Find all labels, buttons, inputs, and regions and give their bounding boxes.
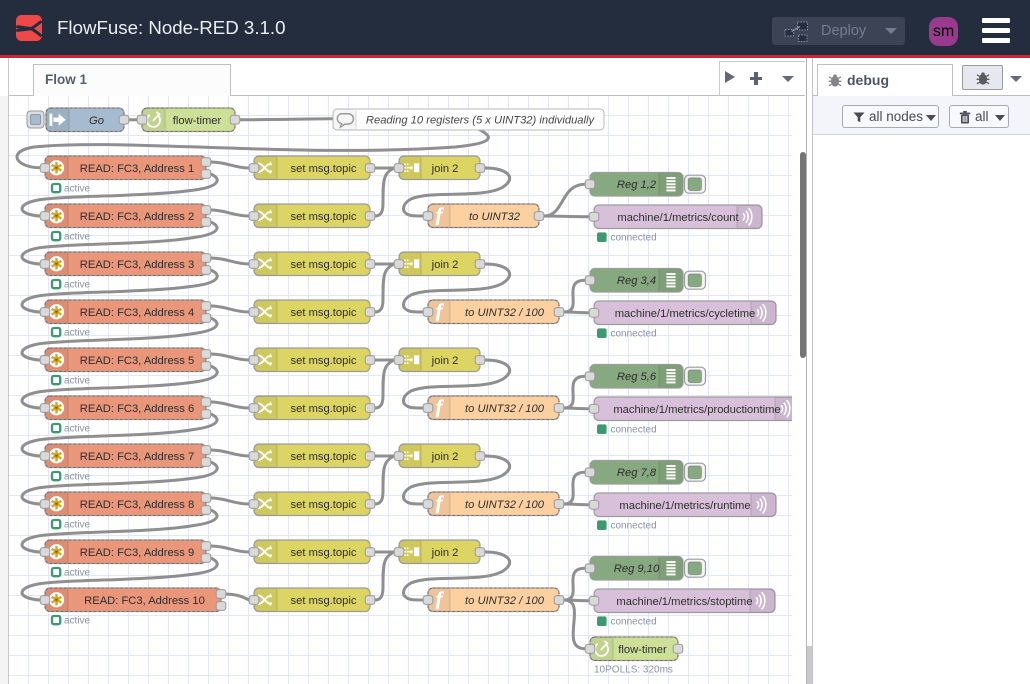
svg-text:set msg.topic: set msg.topic xyxy=(291,259,357,271)
svg-text:machine/1/metrics/stoptime: machine/1/metrics/stoptime xyxy=(616,596,752,608)
svg-text:connected: connected xyxy=(611,329,657,340)
svg-text:active: active xyxy=(64,520,91,531)
svg-text:to UINT32 / 100: to UINT32 / 100 xyxy=(465,595,545,607)
svg-text:Reg 1,2: Reg 1,2 xyxy=(617,179,657,191)
svg-text:READ: FC3, Address 10: READ: FC3, Address 10 xyxy=(84,595,205,607)
svg-text:set msg.topic: set msg.topic xyxy=(291,211,357,223)
svg-text:machine/1/metrics/productionti: machine/1/metrics/productiontime xyxy=(613,404,780,416)
svg-text:set msg.topic: set msg.topic xyxy=(291,355,357,367)
svg-text:machine/1/metrics/count: machine/1/metrics/count xyxy=(617,212,739,224)
svg-text:active: active xyxy=(64,184,91,195)
svg-text:active: active xyxy=(64,424,91,435)
svg-text:active: active xyxy=(64,232,91,243)
svg-text:flow-timer: flow-timer xyxy=(173,115,222,127)
svg-text:READ: FC3, Address 6: READ: FC3, Address 6 xyxy=(80,403,194,415)
svg-text:10POLLS: 320ms: 10POLLS: 320ms xyxy=(594,665,673,676)
svg-text:join 2: join 2 xyxy=(431,451,459,463)
svg-text:READ: FC3, Address 7: READ: FC3, Address 7 xyxy=(80,451,194,463)
svg-text:set msg.topic: set msg.topic xyxy=(291,403,357,415)
svg-text:to UINT32 / 100: to UINT32 / 100 xyxy=(465,403,545,415)
svg-text:active: active xyxy=(64,472,91,483)
svg-text:join 2: join 2 xyxy=(431,355,459,367)
svg-text:machine/1/metrics/runtime: machine/1/metrics/runtime xyxy=(619,500,750,512)
svg-text:join 2: join 2 xyxy=(431,163,459,175)
svg-text:set msg.topic: set msg.topic xyxy=(291,451,357,463)
svg-text:READ: FC3, Address 3: READ: FC3, Address 3 xyxy=(80,259,194,271)
svg-text:connected: connected xyxy=(611,617,657,628)
svg-text:to UINT32 / 100: to UINT32 / 100 xyxy=(465,499,545,511)
svg-text:READ: FC3, Address 4: READ: FC3, Address 4 xyxy=(80,307,194,319)
svg-text:active: active xyxy=(64,616,91,627)
svg-text:Reg 5,6: Reg 5,6 xyxy=(617,371,657,383)
svg-text:set msg.topic: set msg.topic xyxy=(291,163,357,175)
svg-text:join 2: join 2 xyxy=(431,547,459,559)
svg-text:connected: connected xyxy=(611,233,657,244)
svg-text:join 2: join 2 xyxy=(431,259,459,271)
svg-text:active: active xyxy=(64,376,91,387)
svg-text:set msg.topic: set msg.topic xyxy=(291,307,357,319)
svg-text:active: active xyxy=(64,280,91,291)
svg-text:Go: Go xyxy=(89,115,104,127)
svg-text:flow-timer: flow-timer xyxy=(618,644,667,656)
svg-text:set msg.topic: set msg.topic xyxy=(291,595,357,607)
svg-text:READ: FC3, Address 8: READ: FC3, Address 8 xyxy=(80,499,194,511)
svg-text:set msg.topic: set msg.topic xyxy=(291,499,357,511)
svg-text:set msg.topic: set msg.topic xyxy=(291,547,357,559)
svg-text:Reading 10 registers (5 x UINT: Reading 10 registers (5 x UINT32) indivi… xyxy=(366,114,596,126)
svg-text:READ: FC3, Address 9: READ: FC3, Address 9 xyxy=(80,547,194,559)
svg-text:Reg 3,4: Reg 3,4 xyxy=(617,275,656,287)
svg-text:READ: FC3, Address 5: READ: FC3, Address 5 xyxy=(80,355,194,367)
svg-text:active: active xyxy=(64,568,91,579)
svg-text:READ: FC3, Address 2: READ: FC3, Address 2 xyxy=(80,211,194,223)
svg-text:active: active xyxy=(64,328,91,339)
svg-text:connected: connected xyxy=(611,521,657,532)
svg-text:Reg 7,8: Reg 7,8 xyxy=(617,467,657,479)
svg-text:connected: connected xyxy=(611,425,657,436)
svg-text:to UINT32 / 100: to UINT32 / 100 xyxy=(465,307,545,319)
svg-text:to UINT32: to UINT32 xyxy=(469,211,521,223)
svg-text:Reg 9,10: Reg 9,10 xyxy=(614,563,660,575)
svg-text:READ: FC3, Address 1: READ: FC3, Address 1 xyxy=(80,163,194,175)
svg-text:machine/1/metrics/cycletime: machine/1/metrics/cycletime xyxy=(615,308,756,320)
